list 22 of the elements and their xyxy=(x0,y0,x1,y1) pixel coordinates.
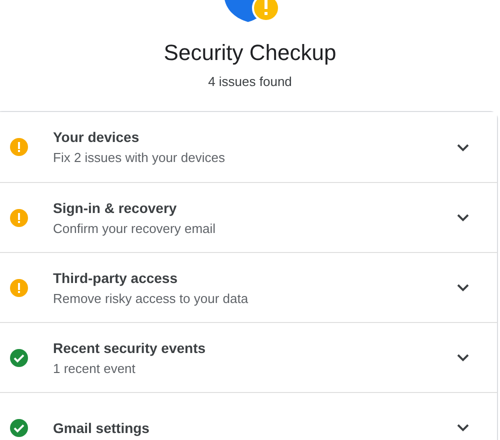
page-title: Security Checkup xyxy=(164,40,336,66)
warning-icon xyxy=(9,278,29,298)
item-title: Gmail settings xyxy=(53,420,150,436)
item-description: Remove risky access to your data xyxy=(53,290,250,306)
warning-icon xyxy=(9,137,29,157)
warning-icon xyxy=(9,208,29,228)
item-description: 1 recent event xyxy=(53,360,136,376)
item-title: Sign-in & recovery xyxy=(53,200,178,216)
chevron-icon xyxy=(456,213,470,222)
chevron-icon xyxy=(456,423,470,432)
chevron-icon xyxy=(456,283,470,292)
check-icon xyxy=(9,418,29,438)
item-title: Third-party access xyxy=(53,270,178,286)
chevron-icon xyxy=(456,142,470,152)
issues-count: 4 issues found xyxy=(208,74,292,89)
item-description: Confirm your recovery email xyxy=(53,220,217,236)
checkup-item[interactable]: Gmail settings xyxy=(0,392,497,440)
chevron-icon xyxy=(456,353,470,362)
item-title: Your devices xyxy=(53,129,140,145)
item-title: Recent security events xyxy=(53,340,207,356)
check-icon xyxy=(9,348,29,368)
item-description: Fix 2 issues with your devices xyxy=(53,150,226,165)
